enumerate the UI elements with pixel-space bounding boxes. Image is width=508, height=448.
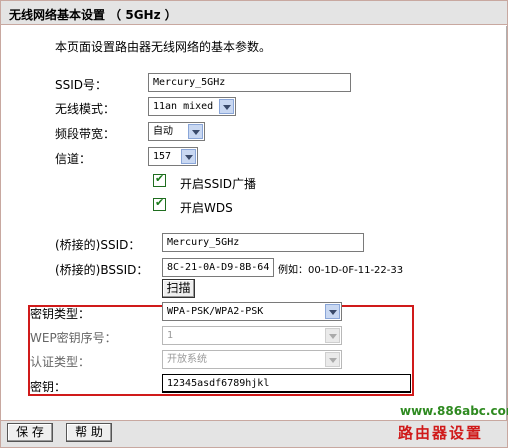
auth-type-select[interactable]: 开放系统: [162, 350, 342, 369]
page-description: 本页面设置路由器无线网络的基本参数。: [55, 40, 272, 54]
bandwidth-value: 自动: [153, 126, 173, 137]
chevron-down-icon: [188, 124, 203, 139]
wep-index-label: WEP密钥序号：: [30, 331, 117, 345]
wds-label: 开启WDS: [180, 201, 233, 215]
bridge-bssid-label: (桥接的)BSSID：: [55, 263, 149, 277]
chevron-down-icon: [325, 352, 340, 367]
chevron-down-icon: [219, 99, 234, 114]
chevron-down-icon: [325, 328, 340, 343]
key-type-select[interactable]: WPA-PSK/WPA2-PSK: [162, 302, 342, 321]
wep-index-select[interactable]: 1: [162, 326, 342, 345]
title-bar: 无线网络基本设置 （ 5GHz ）: [1, 1, 507, 25]
key-label: 密钥：: [30, 380, 67, 394]
key-type-label: 密钥类型：: [30, 307, 91, 321]
channel-label: 信道：: [55, 152, 92, 166]
bssid-example: 例如：00-1D-0F-11-22-33: [278, 265, 404, 276]
help-button[interactable]: 帮 助: [66, 423, 112, 442]
wep-index-value: 1: [167, 330, 174, 341]
ssid-broadcast-label: 开启SSID广播: [180, 177, 257, 191]
page-title: 无线网络基本设置 （ 5GHz ）: [9, 8, 177, 22]
bandwidth-label: 频段带宽：: [55, 127, 116, 141]
ssid-input[interactable]: Mercury_5GHz: [148, 73, 351, 92]
chevron-down-icon: [325, 304, 340, 319]
ssid-label: SSID号：: [55, 78, 108, 92]
key-input[interactable]: 12345asdf6789hjkl: [162, 374, 411, 393]
auth-type-value: 开放系统: [167, 354, 207, 365]
watermark-site: www.886abc.com: [400, 404, 508, 418]
bridge-ssid-input[interactable]: Mercury_5GHz: [162, 233, 364, 252]
bridge-bssid-input[interactable]: 8C-21-0A-D9-8B-64: [162, 258, 274, 277]
ssid-broadcast-checkbox[interactable]: [153, 172, 166, 187]
bridge-ssid-label: (桥接的)SSID：: [55, 238, 141, 252]
watermark-text: 路由器设置: [398, 424, 484, 442]
wireless-mode-value: 11an mixed: [153, 101, 214, 112]
channel-select[interactable]: 157: [148, 147, 198, 166]
wireless-mode-select[interactable]: 11an mixed: [148, 97, 236, 116]
wds-checkbox[interactable]: [153, 196, 166, 211]
auth-type-label: 认证类型：: [30, 355, 91, 369]
chevron-down-icon: [181, 149, 196, 164]
wireless-mode-label: 无线模式：: [55, 102, 116, 116]
channel-value: 157: [153, 151, 172, 162]
key-type-value: WPA-PSK/WPA2-PSK: [167, 306, 264, 317]
save-button[interactable]: 保 存: [7, 423, 53, 442]
scan-button[interactable]: 扫描: [162, 279, 195, 298]
bandwidth-select[interactable]: 自动: [148, 122, 205, 141]
